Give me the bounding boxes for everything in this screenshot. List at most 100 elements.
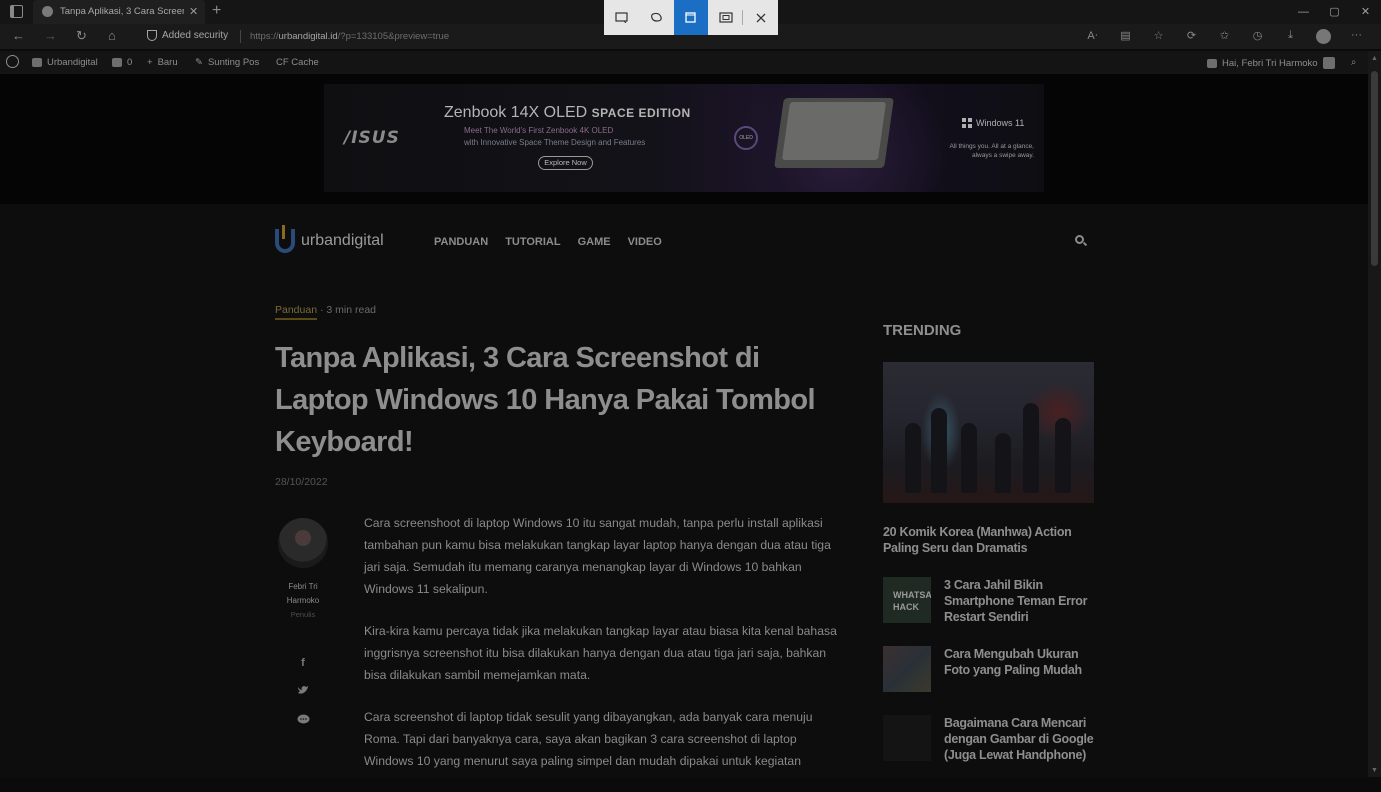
trending-hero-image[interactable] (883, 362, 1094, 503)
close-window-button[interactable]: ✕ (1350, 0, 1381, 24)
wp-new-link[interactable]: + Baru (147, 57, 178, 68)
wp-admin-bar: Urbandigital 0 + Baru ✎ Sunting Pos CF C… (0, 51, 1368, 74)
more-menu-icon[interactable]: ··· (1340, 29, 1373, 44)
scroll-thumb[interactable] (1371, 71, 1378, 266)
plus-icon: + (147, 57, 153, 68)
scroll-down-icon[interactable]: ▼ (1371, 767, 1378, 774)
url-input[interactable]: https://urbandigital.id/?p=133105&previe… (250, 31, 449, 42)
site-logo-text: urbandigital (301, 232, 384, 249)
wp-edit-label: Sunting Pos (207, 57, 260, 68)
ad-band: /ISUS Zenbook 14X OLED SPACE EDITION Mee… (0, 74, 1368, 204)
wp-comments-count: 0 (127, 57, 133, 68)
twitter-share-icon[interactable] (296, 685, 310, 698)
windows-label: Windows 11 (976, 118, 1025, 128)
freeform-snip-icon[interactable] (639, 0, 674, 35)
toolbar-separator (742, 10, 743, 25)
window-snip-icon[interactable] (673, 0, 709, 35)
notification-icon (1207, 58, 1217, 68)
forward-icon[interactable]: → (44, 28, 57, 43)
minimize-button[interactable]: — (1288, 0, 1319, 24)
add-favorite-icon[interactable]: ☆ (1142, 29, 1175, 44)
new-tab-button[interactable]: + (212, 2, 221, 20)
hero-figure (905, 423, 921, 493)
security-indicator[interactable]: Added security (147, 30, 228, 41)
nav-game[interactable]: GAME (578, 236, 611, 248)
url-path: /?p=133105&preview=true (337, 31, 450, 42)
ad-explore-button[interactable]: Explore Now (538, 156, 593, 170)
tab-title: Tanpa Aplikasi, 3 Cara Screenshot di Lap… (60, 6, 184, 17)
screen-capture-toolbar (604, 0, 778, 35)
trending-item-title[interactable]: Bagaimana Cara Mencari dengan Gambar di … (944, 715, 1096, 763)
tab-actions-icon[interactable] (10, 5, 23, 18)
hero-figure (1055, 418, 1071, 493)
url-domain: urbandigital.id (278, 31, 338, 42)
main-navigation: PANDUAN TUTORIAL GAME VIDEO (434, 236, 662, 248)
article-read-time: 3 min read (326, 304, 376, 316)
browser-tab[interactable]: Tanpa Aplikasi, 3 Cara Screenshot di Lap… (33, 0, 205, 24)
extensions-icon[interactable]: ⟳ (1175, 29, 1208, 44)
profile-avatar[interactable] (1307, 29, 1340, 44)
wp-site-name: Urbandigital (47, 57, 98, 68)
history-icon[interactable]: ◷ (1241, 29, 1274, 44)
article-category[interactable]: Panduan (275, 304, 318, 320)
trending-item[interactable]: Cara Mengubah Ukuran Foto yang Paling Mu… (883, 646, 1098, 694)
wp-account-menu[interactable]: Hai, Febri Tri Harmoko (1207, 57, 1335, 69)
trending-item-title[interactable]: 3 Cara Jahil Bikin Smartphone Teman Erro… (944, 577, 1096, 625)
wp-cache-link[interactable]: CF Cache (276, 57, 319, 68)
read-aloud-icon[interactable]: Aᐧ (1076, 29, 1109, 44)
dashboard-icon (32, 58, 42, 67)
comment-icon (112, 58, 122, 67)
nav-panduan[interactable]: PANDUAN (434, 236, 488, 248)
comment-share-icon[interactable] (296, 714, 310, 728)
trending-thumbnail (883, 646, 931, 692)
back-icon[interactable]: ← (12, 28, 25, 43)
asus-ad-banner[interactable]: /ISUS Zenbook 14X OLED SPACE EDITION Mee… (324, 84, 1044, 192)
nav-tutorial[interactable]: TUTORIAL (505, 236, 560, 248)
pencil-icon: ✎ (195, 57, 203, 68)
close-capture-icon[interactable] (743, 0, 778, 35)
facebook-share-icon[interactable]: f (296, 657, 310, 669)
fullscreen-snip-icon[interactable] (708, 0, 743, 35)
site-favicon-icon (42, 6, 53, 17)
urbandigital-logo-icon (275, 225, 295, 253)
trending-item[interactable]: WHATSA HACK 3 Cara Jahil Bikin Smartphon… (883, 577, 1098, 625)
user-avatar (1322, 57, 1335, 69)
site-logo[interactable]: urbandigital (275, 225, 384, 253)
wp-cache-label: CF Cache (276, 57, 319, 68)
security-label: Added security (162, 30, 229, 41)
trending-main-title[interactable]: 20 Komik Korea (Manhwa) Action Paling Se… (883, 524, 1094, 556)
url-divider (240, 30, 241, 43)
wp-greeting: Hai, Febri Tri Harmoko (1222, 57, 1318, 69)
wp-comments-link[interactable]: 0 (112, 57, 132, 68)
page-scrollbar[interactable]: ▲ ▼ (1368, 51, 1381, 777)
wordpress-logo-icon[interactable] (6, 55, 19, 68)
thumbnail-text: WHATSA HACK (893, 590, 931, 612)
ad-subline-1: Meet The World's First Zenbook 4K OLED (464, 126, 614, 135)
scroll-up-icon[interactable]: ▲ (1371, 55, 1378, 62)
wp-search-icon[interactable]: ⌕ (1351, 57, 1356, 68)
asus-logo: /ISUS (344, 128, 400, 148)
close-tab-icon[interactable]: ✕ (189, 5, 198, 18)
nav-video[interactable]: VIDEO (628, 236, 662, 248)
wp-new-label: Baru (157, 57, 178, 68)
ad-tagline: All things you. All at a glance, always … (949, 143, 1034, 159)
rectangle-snip-icon[interactable] (604, 0, 639, 35)
home-icon[interactable]: ⌂ (108, 28, 116, 43)
wp-edit-link[interactable]: ✎ Sunting Pos (195, 57, 259, 68)
hero-figure (931, 408, 947, 493)
refresh-icon[interactable]: ↻ (76, 28, 87, 44)
author-name[interactable]: Febri Tri Harmoko (278, 580, 328, 608)
favorites-icon[interactable]: ✩ (1208, 29, 1241, 44)
ad-subline-2: with Innovative Space Theme Design and F… (464, 138, 646, 147)
trending-thumbnail (883, 715, 931, 761)
immersive-reader-icon[interactable]: ▤ (1109, 29, 1142, 44)
trending-item[interactable]: Bagaimana Cara Mencari dengan Gambar di … (883, 715, 1098, 763)
wp-site-link[interactable]: Urbandigital (32, 57, 98, 68)
author-avatar[interactable] (278, 518, 328, 568)
trending-heading: TRENDING (883, 322, 962, 339)
downloads-icon[interactable]: ⤓ (1274, 29, 1307, 44)
search-icon[interactable] (1075, 235, 1084, 244)
restore-button[interactable]: ▢ (1319, 0, 1350, 24)
trending-item-title[interactable]: Cara Mengubah Ukuran Foto yang Paling Mu… (944, 646, 1096, 678)
window-controls: — ▢ ✕ (1288, 0, 1381, 24)
